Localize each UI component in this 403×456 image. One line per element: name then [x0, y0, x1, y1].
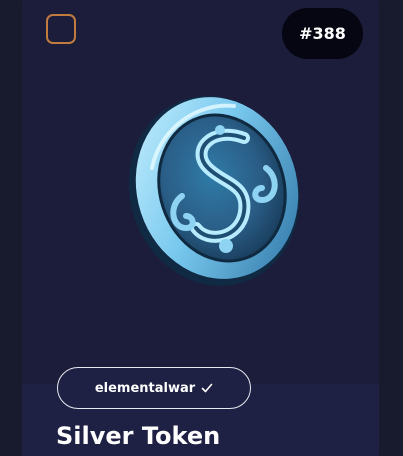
coin-icon: [128, 96, 300, 286]
page: #388 elementalwar Silver Token: [0, 0, 403, 456]
select-checkbox[interactable]: [46, 14, 76, 44]
creator-button[interactable]: elementalwar: [57, 367, 251, 409]
creator-name: elementalwar: [94, 380, 196, 396]
token-title: Silver Token: [56, 422, 221, 450]
check-icon: [201, 383, 213, 393]
token-number-text: #388: [299, 24, 346, 43]
token-number-badge: #388: [282, 8, 363, 59]
nft-card[interactable]: #388 elementalwar Silver Token: [22, 0, 379, 456]
